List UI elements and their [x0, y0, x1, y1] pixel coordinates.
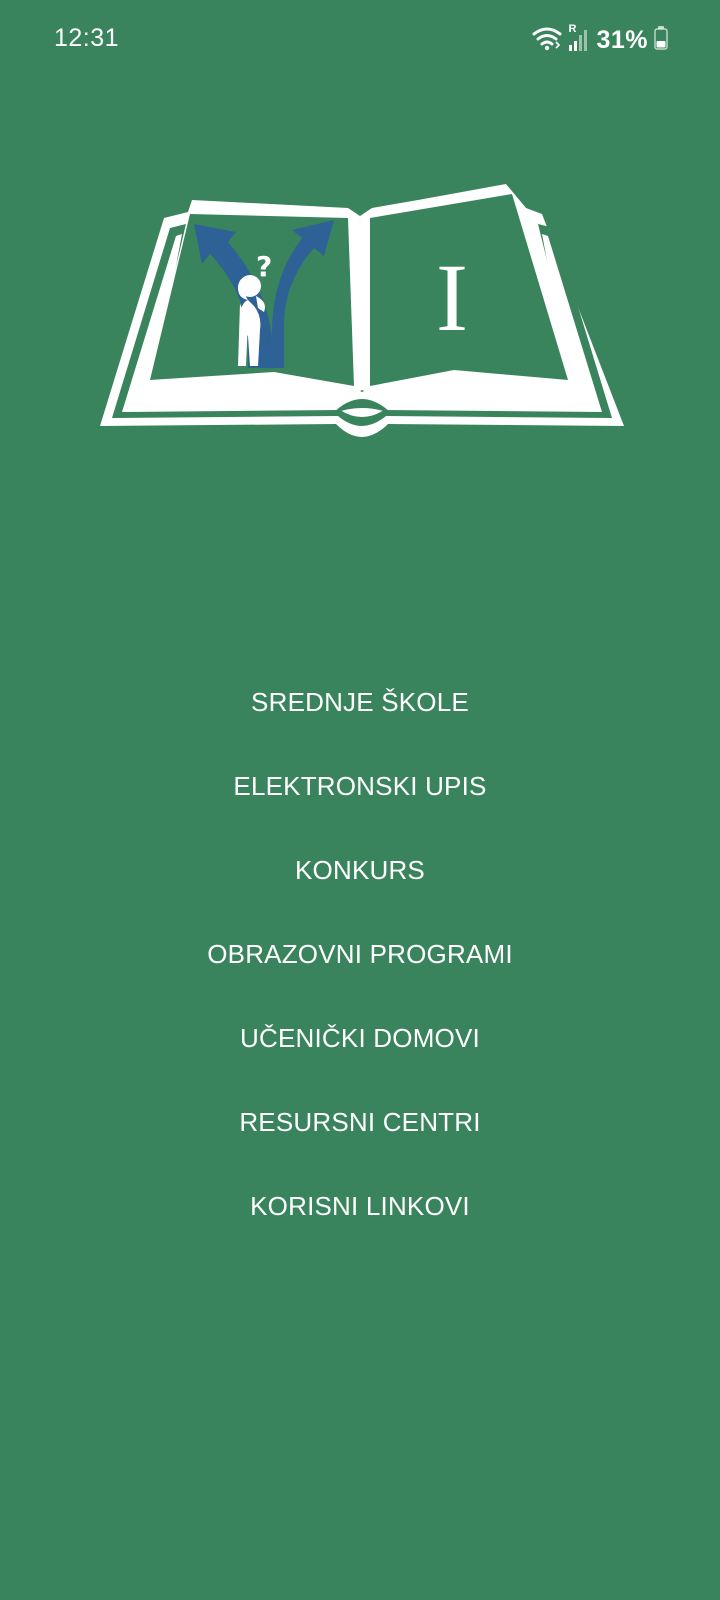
signal-icon: R — [568, 23, 590, 53]
app-logo: ? I — [98, 180, 626, 450]
battery-percent: 31% — [596, 25, 648, 54]
main-menu: SREDNJE ŠKOLE ELEKTRONSKI UPIS KONKURS O… — [0, 660, 720, 1248]
status-icons: R 31% — [532, 22, 668, 58]
menu-item-konkurs[interactable]: KONKURS — [0, 828, 720, 912]
logo-question-mark: ? — [256, 250, 272, 283]
menu-item-obrazovni-programi[interactable]: OBRAZOVNI PROGRAMI — [0, 912, 720, 996]
logo-letter: I — [436, 244, 468, 351]
status-bar: 12:31 R 31% — [0, 0, 720, 80]
menu-item-korisni-linkovi[interactable]: KORISNI LINKOVI — [0, 1164, 720, 1248]
wifi-icon — [532, 25, 562, 56]
menu-item-resursni-centri[interactable]: RESURSNI CENTRI — [0, 1080, 720, 1164]
status-time: 12:31 — [54, 24, 120, 52]
menu-item-ucenicki-domovi[interactable]: UČENIČKI DOMOVI — [0, 996, 720, 1080]
menu-item-srednje-skole[interactable]: SREDNJE ŠKOLE — [0, 660, 720, 744]
battery-icon — [654, 25, 668, 55]
menu-item-elektronski-upis[interactable]: ELEKTRONSKI UPIS — [0, 744, 720, 828]
